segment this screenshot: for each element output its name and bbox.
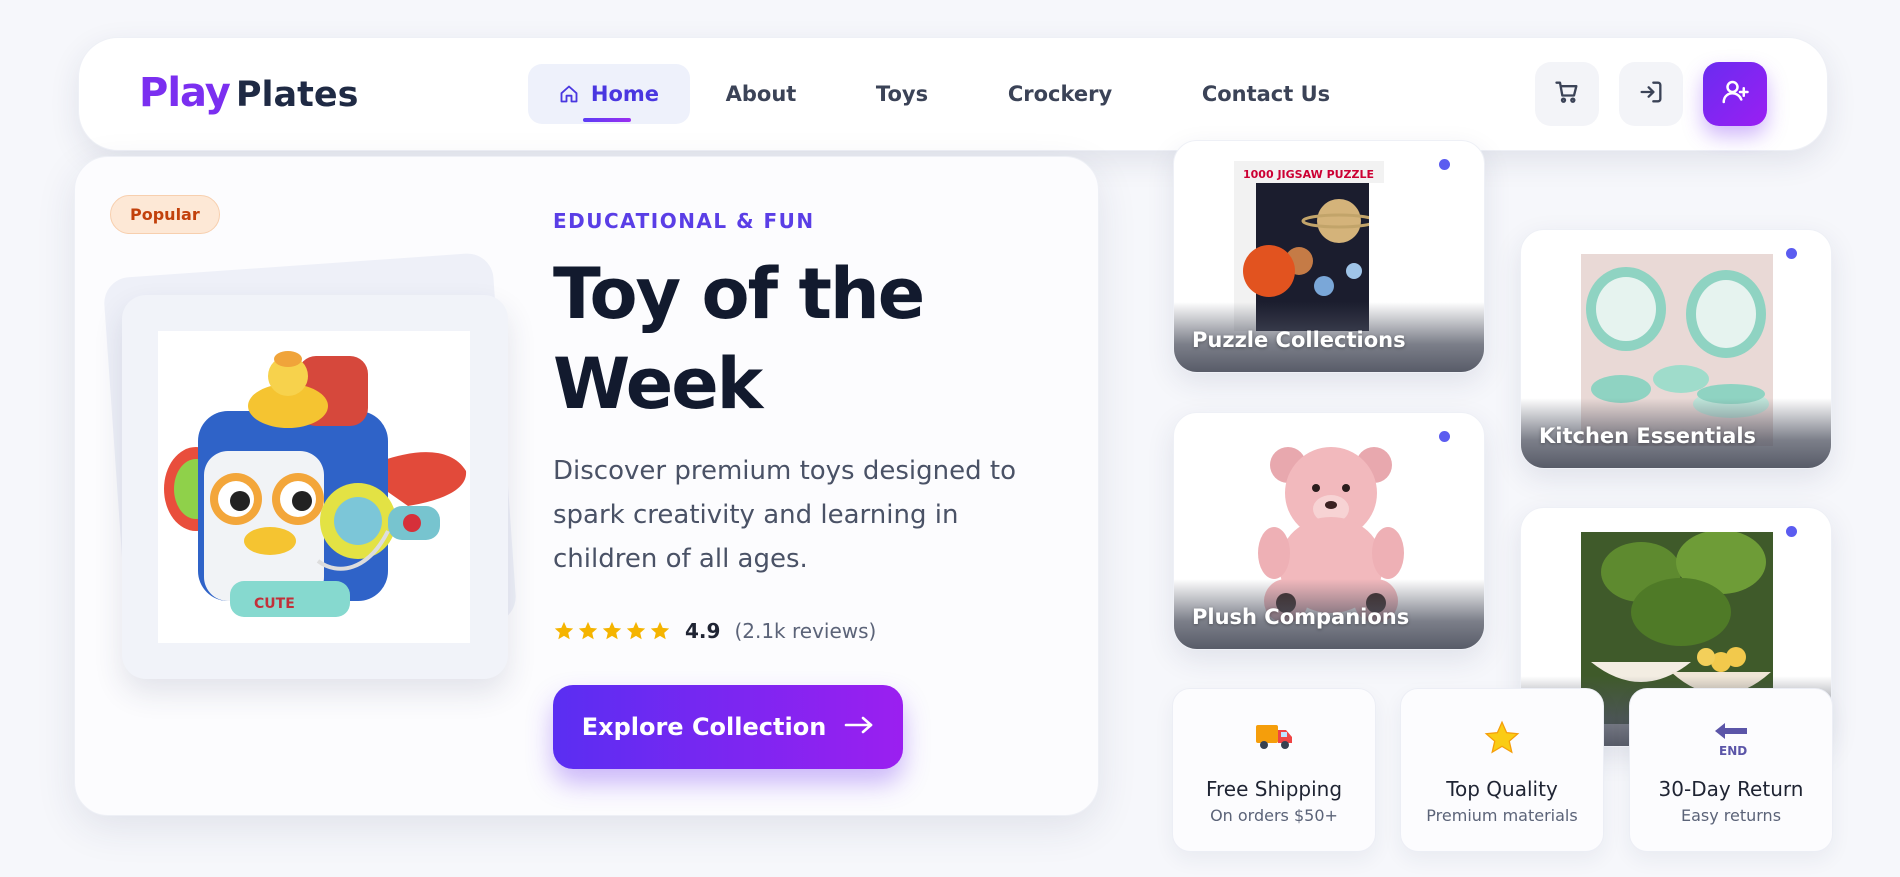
popular-badge: Popular: [110, 195, 220, 234]
nav-home[interactable]: Home: [528, 64, 690, 124]
category-label: Plush Companions: [1192, 605, 1410, 629]
svg-text:END: END: [1719, 744, 1747, 758]
feature-subtitle: Easy returns: [1680, 806, 1782, 825]
cart-button[interactable]: [1535, 62, 1599, 126]
hero-title: Toy of the Week: [553, 253, 925, 425]
nav-home-label: Home: [590, 82, 660, 106]
feature-30-day-return: END 30-Day Return Easy returns: [1629, 688, 1833, 852]
end-arrow-icon: END: [1630, 719, 1832, 759]
nav-crockery[interactable]: Crockery: [987, 64, 1133, 124]
hero-description: Discover premium toys designed to spark …: [553, 456, 1016, 574]
feature-top-quality: Top Quality Premium materials: [1400, 688, 1604, 852]
category-label: Puzzle Collections: [1192, 328, 1406, 352]
svg-text:1000 JIGSAW PUZZLE: 1000 JIGSAW PUZZLE: [1243, 168, 1374, 181]
category-dot: [1786, 248, 1797, 259]
category-label: Kitchen Essentials: [1539, 424, 1757, 448]
toy-product-image: CUTE: [158, 331, 470, 643]
star-icon: [554, 621, 574, 640]
home-icon: [559, 84, 579, 104]
brand-plates: Plates: [235, 75, 359, 115]
login-icon: [1637, 78, 1665, 110]
nav-about[interactable]: About: [705, 64, 817, 124]
star-icon: [602, 621, 622, 640]
category-dot: [1439, 159, 1450, 170]
star-icon: [626, 621, 646, 640]
cart-icon: [1553, 78, 1581, 110]
arrow-right-icon: [844, 713, 874, 741]
category-card-kitchen[interactable]: Kitchen Essentials: [1520, 229, 1832, 469]
truck-icon: [1173, 719, 1375, 751]
brand-play: Play: [139, 70, 231, 116]
hero-eyebrow: EDUCATIONAL & FUN: [553, 209, 815, 233]
rating-value: 4.9: [685, 619, 721, 643]
star-icon: [650, 621, 670, 640]
category-dot: [1439, 431, 1450, 442]
feature-subtitle: Premium materials: [1426, 806, 1578, 825]
star-icon: [1401, 719, 1603, 757]
star-icon: [578, 621, 598, 640]
signup-button[interactable]: [1703, 62, 1767, 126]
category-dot: [1786, 526, 1797, 537]
nav-toys[interactable]: Toys: [857, 64, 947, 124]
top-navbar: Play Plates Home About Toys Crockery Cont…: [78, 37, 1828, 151]
product-frame[interactable]: CUTE: [122, 295, 508, 679]
rating-stars: [553, 620, 671, 642]
feature-free-shipping: Free Shipping On orders $50+: [1172, 688, 1376, 852]
brand-logo[interactable]: Play Plates: [139, 70, 358, 116]
category-card-puzzles[interactable]: 1000 JIGSAW PUZZLE Puzzle Collections: [1173, 140, 1485, 373]
add-user-icon: [1720, 77, 1750, 111]
feature-title: 30-Day Return: [1658, 777, 1804, 801]
nav-contact-us[interactable]: Contact Us: [1173, 64, 1359, 124]
explore-collection-button[interactable]: Explore Collection: [553, 685, 903, 769]
login-button[interactable]: [1619, 62, 1683, 126]
svg-text:CUTE: CUTE: [254, 596, 295, 612]
feature-subtitle: On orders $50+: [1210, 806, 1338, 825]
category-card-plush[interactable]: Plush Companions: [1173, 412, 1485, 650]
rating-row: 4.9 (2.1k reviews): [553, 619, 876, 643]
hero-card: Popular CUTE EDUCATIONAL & FUN Toy of th…: [74, 156, 1099, 816]
cta-label: Explore Collection: [581, 713, 827, 741]
feature-title: Free Shipping: [1205, 777, 1343, 801]
rating-count: (2.1k reviews): [734, 619, 877, 643]
nav-active-underline: [583, 118, 631, 122]
feature-title: Top Quality: [1446, 777, 1558, 801]
